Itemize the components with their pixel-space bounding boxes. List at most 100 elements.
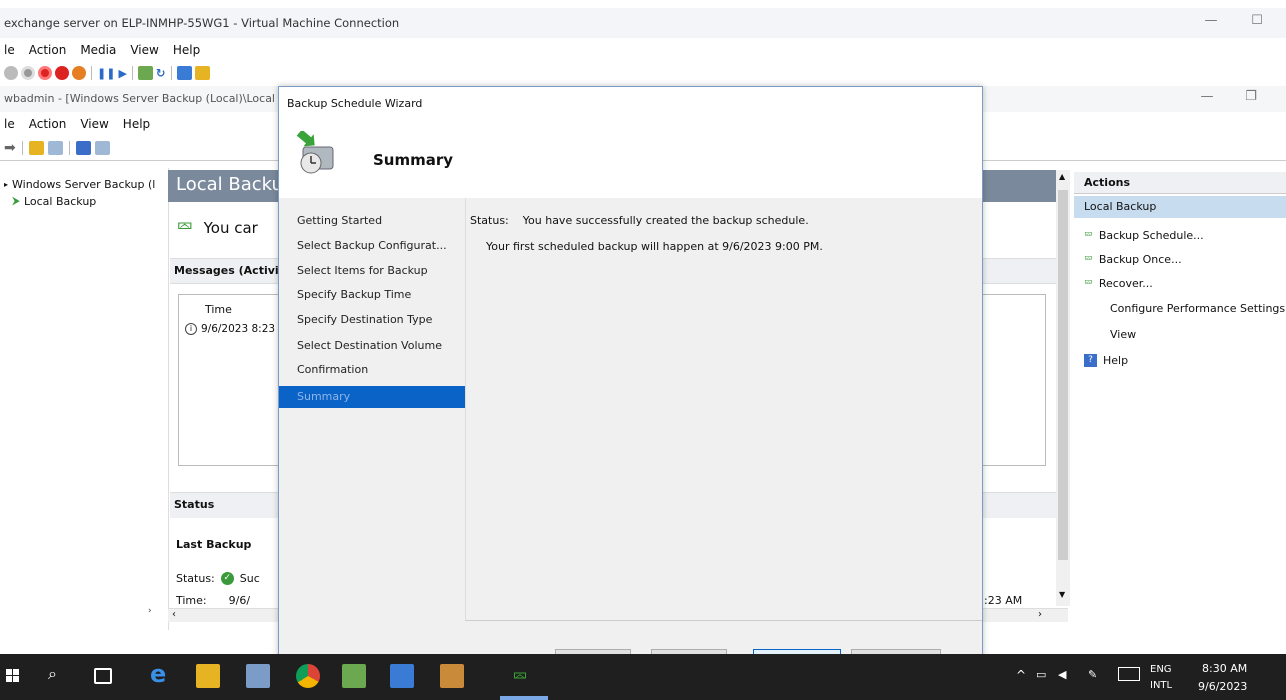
minimize-button[interactable]: — <box>1200 13 1222 33</box>
column-time[interactable]: Time <box>205 303 232 316</box>
action-help[interactable]: ? Help <box>1084 354 1128 367</box>
vm-menu-file[interactable]: le <box>4 43 15 57</box>
action-view[interactable]: View <box>1110 328 1136 341</box>
turn-off-icon[interactable] <box>38 66 52 80</box>
wizard-steps: Getting Started Select Backup Configurat… <box>279 198 465 667</box>
resume-icon[interactable]: ▶ <box>118 67 126 80</box>
user-tool-icon[interactable] <box>440 664 464 688</box>
mmc-restore-button[interactable]: ❐ <box>1240 89 1262 109</box>
step-specify-destination-type: Specify Destination Type <box>297 313 433 326</box>
scroll-up-icon[interactable]: ▲ <box>1059 172 1065 181</box>
control-panel-icon[interactable] <box>390 664 414 688</box>
tree-item-windows-server-backup[interactable]: ▸ Windows Server Backup (l <box>4 178 155 191</box>
vm-menu-media[interactable]: Media <box>80 43 116 57</box>
mmc-minimize-button[interactable]: — <box>1196 89 1218 109</box>
clock-date[interactable]: 9/6/2023 <box>1198 680 1247 693</box>
share-icon[interactable] <box>194 66 210 80</box>
step-summary-selected: Summary <box>279 386 465 408</box>
tray-chevron-icon[interactable]: ^ <box>1016 668 1026 682</box>
step-select-items: Select Items for Backup <box>297 264 428 277</box>
file-explorer-icon[interactable] <box>196 664 220 688</box>
keyboard-icon[interactable] <box>1118 667 1140 681</box>
action-configure-performance[interactable]: Configure Performance Settings <box>1110 302 1285 315</box>
tree-item-local-backup[interactable]: ⮞ Local Backup <box>12 194 96 208</box>
vm-toolbar: ❚❚ ▶ ↻ <box>0 62 260 84</box>
action-backup-schedule[interactable]: ⮹ Backup Schedule... <box>1084 228 1204 242</box>
vertical-scrollbar[interactable]: ▲ ▼ <box>1056 170 1070 606</box>
wizard-first-backup: Your first scheduled backup will happen … <box>486 240 823 253</box>
mmc-menu-file[interactable]: le <box>4 117 15 131</box>
step-getting-started: Getting Started <box>297 214 383 227</box>
mmc-window-title: wbadmin - [Windows Server Backup (Local)… <box>4 92 275 105</box>
recover-icon: ⮹ <box>1084 276 1093 289</box>
last-backup-status: Status: ✓ Suc <box>176 572 260 585</box>
vm-menu-action[interactable]: Action <box>29 43 67 57</box>
right-time-value: :23 AM <box>984 594 1023 607</box>
step-specify-backup-time: Specify Backup Time <box>297 288 412 301</box>
collapse-icon[interactable]: ▸ <box>4 180 8 189</box>
server-manager-icon[interactable] <box>246 664 270 688</box>
maximize-button[interactable]: ☐ <box>1246 13 1268 33</box>
list-item[interactable]: i 9/6/2023 8:23 <box>185 323 275 335</box>
search-icon[interactable]: ⌕ <box>48 664 72 688</box>
properties-icon[interactable] <box>94 141 110 155</box>
windows-server-backup-taskbar-icon[interactable]: ⮹ <box>512 664 536 688</box>
lang-intl[interactable]: INTL <box>1150 680 1172 691</box>
pause-icon[interactable]: ❚❚ <box>97 67 115 80</box>
wizard-content: Status: You have successfully created th… <box>465 198 982 667</box>
step-select-destination-volume: Select Destination Volume <box>297 339 442 352</box>
action-backup-once[interactable]: ⮹ Backup Once... <box>1084 252 1182 266</box>
clock-time[interactable]: 8:30 AM <box>1202 662 1247 675</box>
tree-scroll-right-icon[interactable]: › <box>148 606 152 616</box>
step-select-backup-configuration: Select Backup Configurat... <box>297 239 447 252</box>
scroll-left-icon[interactable]: ‹ <box>172 609 176 620</box>
shutdown-icon[interactable] <box>55 66 69 80</box>
volume-muted-icon[interactable]: ◀ <box>1058 668 1066 681</box>
actions-header: Actions <box>1084 176 1130 189</box>
wizard-backup-icon <box>291 129 341 179</box>
save-state-icon[interactable] <box>72 66 86 80</box>
revert-icon[interactable]: ↻ <box>156 66 166 80</box>
backup-schedule-wizard: Backup Schedule Wizard Summary Getting S… <box>278 86 983 671</box>
mmc-toolbar: ➡ <box>0 136 280 160</box>
network-status-icon[interactable]: ▭ <box>1036 668 1046 681</box>
start-icon[interactable] <box>21 66 35 80</box>
scroll-thumb[interactable] <box>1058 190 1068 560</box>
vm-window-title: exchange server on ELP-INMHP-55WG1 - Vir… <box>4 16 400 30</box>
mmc-menu-bar: le Action View Help <box>0 114 280 134</box>
enhanced-session-icon[interactable] <box>176 66 192 80</box>
step-summary: Summary <box>297 390 351 403</box>
backup-icon: ⮞ <box>12 194 20 207</box>
actions-section-local-backup[interactable]: Local Backup <box>1084 200 1156 213</box>
vm-menu-view[interactable]: View <box>130 43 158 57</box>
internet-explorer-icon[interactable]: e <box>150 660 174 688</box>
wizard-page-title: Summary <box>373 151 454 169</box>
scroll-right-icon[interactable]: › <box>1038 609 1042 620</box>
ctrl-alt-del-icon[interactable] <box>4 66 18 80</box>
mmc-menu-action[interactable]: Action <box>29 117 67 131</box>
mmc-menu-help[interactable]: Help <box>123 117 150 131</box>
mmc-menu-view[interactable]: View <box>80 117 108 131</box>
action-recover[interactable]: ⮹ Recover... <box>1084 276 1153 290</box>
chrome-icon[interactable] <box>296 664 320 688</box>
vm-menu-help[interactable]: Help <box>173 43 200 57</box>
checkpoint-icon[interactable] <box>137 66 153 80</box>
taskbar: ⌕ e ⮹ ^ ▭ ◀ ✎ ENG INTL 8:30 AM 9/6/2023 <box>0 654 1286 700</box>
network-icon[interactable] <box>342 664 366 688</box>
task-view-icon[interactable] <box>94 668 112 684</box>
wizard-status: Status: You have successfully created th… <box>470 214 809 227</box>
lang-eng[interactable]: ENG <box>1150 664 1172 675</box>
forward-icon[interactable]: ➡ <box>4 140 16 156</box>
success-icon: ✓ <box>220 572 234 585</box>
show-hide-tree-icon[interactable] <box>47 141 63 155</box>
backup-once-icon: ⮹ <box>1084 252 1093 265</box>
backup-schedule-icon: ⮹ <box>1084 228 1093 241</box>
info-row: ⮹ You car <box>176 215 258 240</box>
help-icon: ? <box>1084 354 1097 367</box>
scroll-down-icon[interactable]: ▼ <box>1059 590 1065 599</box>
folder-icon[interactable] <box>28 141 44 155</box>
windows-start-icon[interactable] <box>6 669 20 683</box>
help-icon[interactable] <box>75 141 91 155</box>
console-tree: ▸ Windows Server Backup (l ⮞ Local Backu… <box>0 168 168 616</box>
pen-icon[interactable]: ✎ <box>1088 668 1097 681</box>
